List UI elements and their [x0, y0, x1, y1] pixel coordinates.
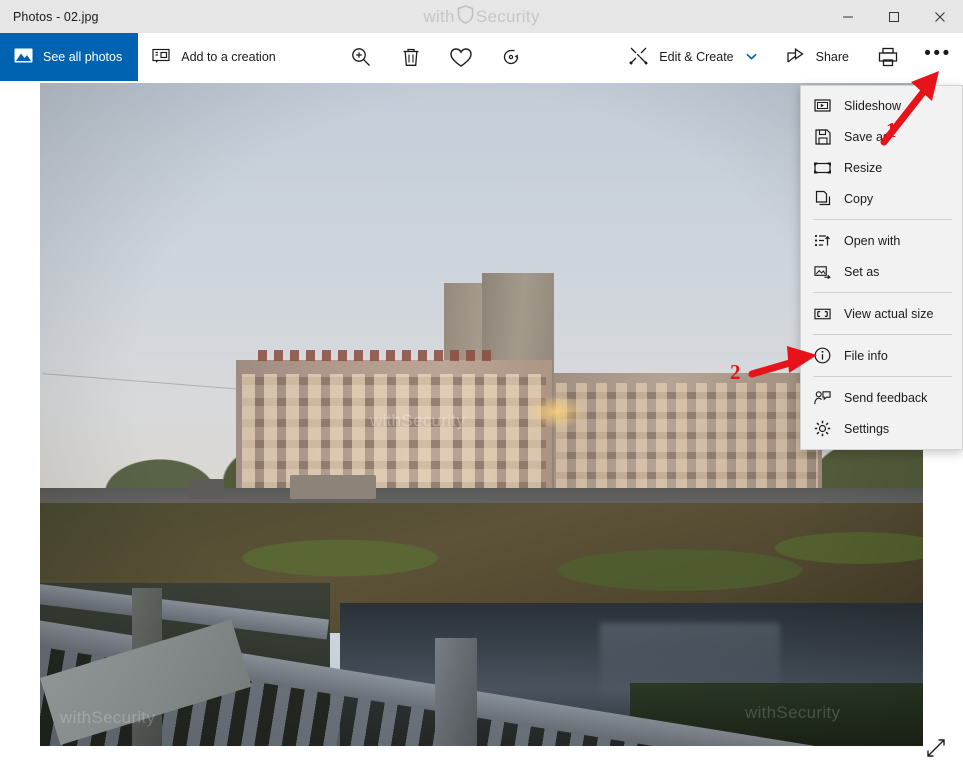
menu-item-label: Save as [844, 129, 890, 144]
menu-item-settings[interactable]: Settings [801, 413, 962, 444]
photos-app-window: Photos - 02.jpg with Security See all ph… [0, 0, 963, 776]
menu-separator [813, 334, 952, 335]
menu-item-set-as[interactable]: Set as [801, 256, 962, 287]
pen-and-brush-icon [628, 45, 649, 69]
view-actual-size-icon [814, 305, 831, 322]
menu-item-view-actual-size[interactable]: View actual size [801, 298, 962, 329]
slideshow-icon [814, 97, 831, 114]
shield-icon [457, 4, 474, 29]
watermark-text-with: with [423, 6, 455, 26]
add-to-creation-label: Add to a creation [181, 50, 276, 64]
add-to-creation-button[interactable]: Add to a creation [138, 33, 290, 81]
share-label: Share [815, 50, 849, 64]
minimize-button[interactable] [825, 0, 871, 33]
menu-item-resize[interactable]: Resize [801, 152, 962, 183]
menu-item-label: View actual size [844, 306, 934, 321]
menu-item-file-info[interactable]: File info [801, 340, 962, 371]
title-bar: Photos - 02.jpg with Security [0, 0, 963, 33]
window-title: Photos - 02.jpg [13, 9, 99, 24]
more-options-label: ••• [924, 42, 952, 64]
menu-item-send-feedback[interactable]: Send feedback [801, 382, 962, 413]
menu-item-label: Settings [844, 421, 890, 436]
close-button[interactable] [917, 0, 963, 33]
menu-item-label: Slideshow [844, 98, 901, 113]
gear-icon [814, 420, 831, 437]
menu-item-label: Resize [844, 160, 883, 175]
send-feedback-icon [814, 389, 831, 406]
menu-item-label: Send feedback [844, 390, 928, 405]
menu-item-label: Copy [844, 191, 874, 206]
window-controls [825, 0, 963, 33]
see-all-photos-button[interactable]: See all photos [0, 33, 139, 81]
photo-collection-icon [14, 47, 33, 67]
menu-item-open-with[interactable]: Open with [801, 225, 962, 256]
menu-separator [813, 376, 952, 377]
titlebar-watermark: with Security [0, 0, 963, 33]
menu-item-label: File info [844, 348, 888, 363]
share-icon [785, 46, 806, 68]
menu-item-slideshow[interactable]: Slideshow [801, 90, 962, 121]
add-to-creation-icon [152, 47, 171, 67]
more-options-button[interactable]: ••• [913, 33, 963, 81]
edit-and-create-label: Edit & Create [659, 50, 734, 64]
menu-item-save-as[interactable]: Save as [801, 121, 962, 152]
menu-separator [813, 292, 952, 293]
save-floppy-icon [814, 128, 831, 145]
maximize-button[interactable] [871, 0, 917, 33]
chevron-down-icon [746, 52, 757, 62]
menu-item-label: Set as [844, 264, 880, 279]
zoom-in-button[interactable] [336, 33, 386, 81]
delete-button[interactable] [386, 33, 436, 81]
set-as-icon [814, 263, 831, 280]
command-bar: See all photos Add to a creation Edit & … [0, 33, 963, 81]
rotate-button[interactable] [486, 33, 536, 81]
photo-image[interactable]: withSecurity withSecurity withSecurity [40, 83, 923, 746]
open-with-icon [814, 232, 831, 249]
resize-grip[interactable] [925, 737, 947, 764]
share-button[interactable]: Share [771, 33, 863, 81]
info-circle-icon [814, 347, 831, 364]
favorite-button[interactable] [436, 33, 486, 81]
watermark-text-security: Security [475, 6, 540, 26]
resize-icon [814, 159, 831, 176]
see-all-photos-label: See all photos [43, 50, 123, 64]
menu-separator [813, 219, 952, 220]
menu-item-label: Open with [844, 233, 901, 248]
photo-vignette [40, 83, 923, 746]
menu-item-copy[interactable]: Copy [801, 183, 962, 214]
copy-icon [814, 190, 831, 207]
more-options-menu: Slideshow Save as Resize Copy Open with … [800, 85, 963, 450]
print-button[interactable] [863, 33, 913, 81]
edit-and-create-button[interactable]: Edit & Create [614, 33, 770, 81]
